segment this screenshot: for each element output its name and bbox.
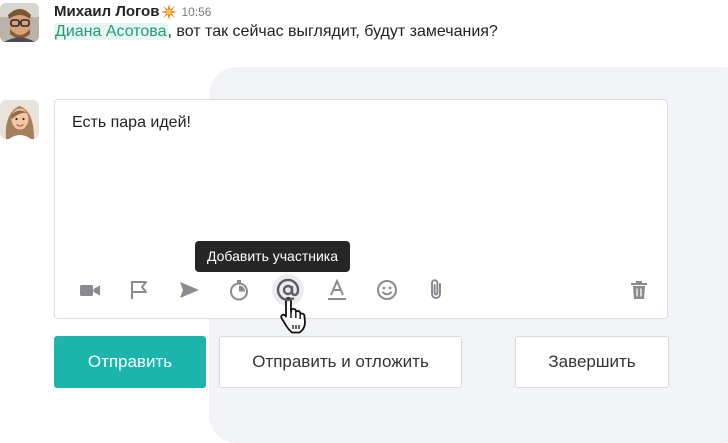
spark-icon xyxy=(161,4,178,20)
add-participant-tooltip: Добавить участника xyxy=(195,241,351,272)
message-text: Диана Асотова, вот так сейчас выглядит, … xyxy=(54,22,498,42)
mention-link[interactable]: Диана Асотова xyxy=(54,23,168,40)
flag-icon[interactable] xyxy=(125,276,153,304)
trash-icon[interactable] xyxy=(625,276,653,304)
video-icon[interactable] xyxy=(76,276,104,304)
emoji-icon[interactable] xyxy=(373,276,401,304)
timer-icon[interactable] xyxy=(225,276,253,304)
avatar[interactable] xyxy=(0,3,39,42)
text-format-icon[interactable] xyxy=(323,276,351,304)
author-name[interactable]: Михаил Логов xyxy=(54,3,159,20)
message-text-body: , вот так сейчас выглядит, будут замечан… xyxy=(167,23,498,40)
send-and-postpone-button[interactable]: Отправить и отложить xyxy=(219,336,462,388)
at-sign-icon[interactable] xyxy=(272,274,304,306)
message-composer[interactable]: Есть пара идей! xyxy=(54,99,668,319)
avatar[interactable] xyxy=(0,100,39,139)
message-time: 10:56 xyxy=(181,5,212,19)
paperclip-icon[interactable] xyxy=(422,276,450,304)
chat-screen: Михаил Логов 10:56 Диана Асотова, вот та… xyxy=(0,0,728,443)
finish-button[interactable]: Завершить xyxy=(515,336,669,388)
message-header: Михаил Логов 10:56 xyxy=(54,3,211,21)
send-button[interactable]: Отправить xyxy=(54,336,206,388)
send-arrow-icon[interactable] xyxy=(175,276,203,304)
composer-text[interactable]: Есть пара идей! xyxy=(72,114,191,132)
hand-cursor-icon xyxy=(276,296,316,336)
